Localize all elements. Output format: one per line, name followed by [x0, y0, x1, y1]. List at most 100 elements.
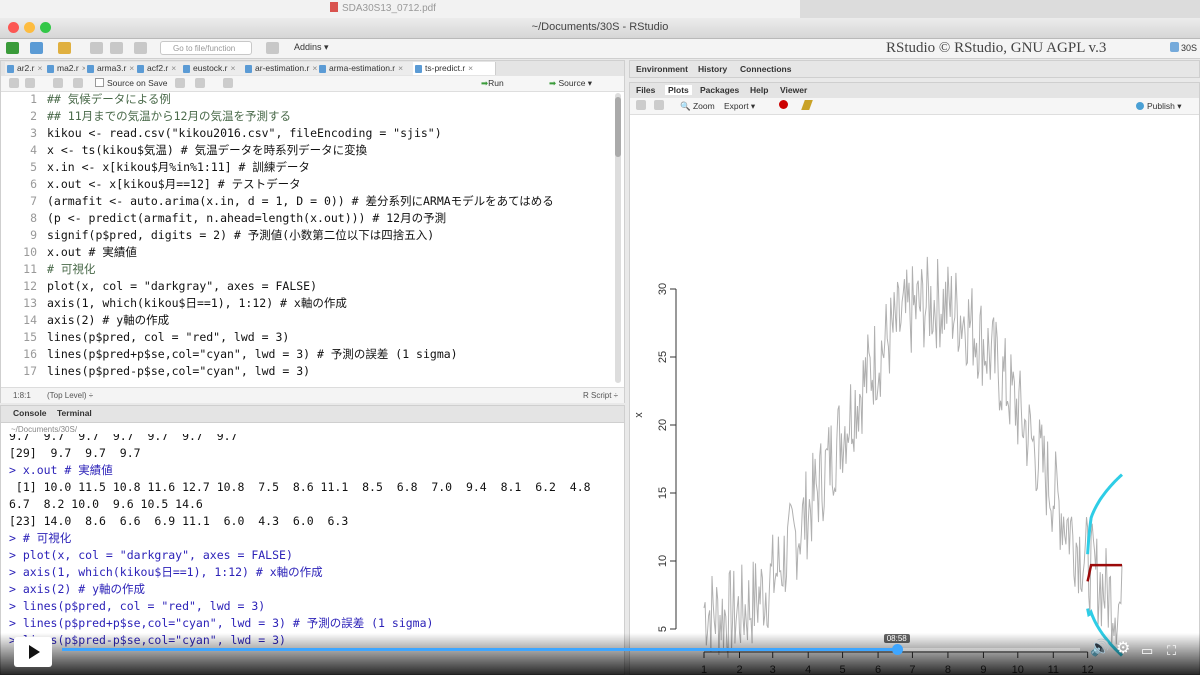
search-icon[interactable] — [175, 78, 185, 88]
editor-tab[interactable]: eustock.r × — [181, 62, 244, 75]
forward-arrow-icon[interactable] — [25, 78, 35, 88]
close-tab-icon[interactable]: × — [468, 63, 473, 73]
export-menu[interactable]: Export ▾ — [724, 101, 755, 112]
code-editor[interactable]: 1 ## 気候データによる例 2 ## 11月までの気温から12月の気温を予測する 3 k… — [1, 91, 619, 387]
video-progress-track[interactable]: 08:58 — [62, 634, 1080, 655]
code-line[interactable]: 5 x.in <- x[kikou$月%in%1:11] # 訓練データ — [1, 159, 617, 176]
editor-tab[interactable]: ts-predict.r × — [413, 62, 496, 75]
broom-icon[interactable] — [801, 100, 813, 110]
source-on-save-checkbox[interactable]: Source on Save — [95, 78, 167, 88]
tab-terminal[interactable]: Terminal — [57, 408, 92, 418]
code-line[interactable]: 7 (armafit <- auto.arima(x.in, d = 1, D =… — [1, 193, 617, 210]
code-line[interactable]: 9 signif(p$pred, digits = 2) # 予測値(小数第二位以… — [1, 227, 617, 244]
tab-console[interactable]: Console — [13, 408, 47, 418]
pdf-window-tab[interactable]: SDA30S13_0712.pdf — [330, 2, 436, 14]
tab-history[interactable]: History — [698, 64, 727, 74]
new-file-icon[interactable] — [6, 42, 19, 54]
code-line[interactable]: 17 lines(p$pred-p$se,col="cyan", lwd = 3) — [1, 363, 617, 380]
remove-plot-icon[interactable] — [779, 100, 788, 109]
code-tools-icon[interactable] — [195, 78, 205, 88]
tab-connections[interactable]: Connections — [740, 64, 791, 74]
new-project-icon[interactable] — [30, 42, 43, 54]
line-number: 13 — [23, 296, 37, 310]
settings-gear-icon[interactable]: ⚙ — [1116, 641, 1130, 657]
close-tab-icon[interactable]: × — [37, 63, 42, 73]
scope-selector[interactable]: (Top Level) ÷ — [47, 391, 93, 400]
editor-tab[interactable]: arma-estimation.r × — [317, 62, 414, 75]
close-tab-icon[interactable]: × — [171, 63, 176, 73]
show-in-window-icon[interactable] — [53, 78, 63, 88]
code-line[interactable]: 12 plot(x, col = "darkgray", axes = FALSE… — [1, 278, 617, 295]
code-line[interactable]: 8 (p <- predict(armafit, n.ahead=length(x… — [1, 210, 617, 227]
next-plot-icon[interactable] — [654, 100, 664, 110]
editor-toolbar: Source on Save ➡Run ➡ Source ▾ — [1, 76, 624, 92]
line-number: 1 — [30, 92, 37, 106]
editor-scrollbar[interactable] — [615, 93, 621, 383]
code-line[interactable]: 6 x.out <- x[kikou$月==12] # テストデータ — [1, 176, 617, 193]
code-line[interactable]: 15 lines(p$pred, col = "red", lwd = 3) — [1, 329, 617, 346]
filetype-selector[interactable]: R Script ÷ — [583, 391, 618, 400]
back-arrow-icon[interactable] — [9, 78, 19, 88]
close-tab-icon[interactable]: × — [398, 63, 403, 73]
prev-plot-icon[interactable] — [636, 100, 646, 110]
save-file-icon[interactable] — [73, 78, 83, 88]
code-line[interactable]: 10 x.out # 実績値 — [1, 244, 617, 261]
cursor-position: 1:8:1 — [13, 391, 31, 400]
source-button[interactable]: ➡ Source ▾ — [549, 78, 592, 89]
tab-packages[interactable]: Packages — [700, 85, 739, 95]
tab-files[interactable]: Files — [636, 85, 655, 95]
code-line[interactable]: 13 axis(1, which(kikou$日==1), 1:12) # x軸の… — [1, 295, 617, 312]
play-button[interactable] — [14, 637, 52, 667]
zoom-button[interactable]: 🔍 Zoom — [680, 101, 715, 112]
scrollbar-thumb[interactable] — [615, 97, 621, 157]
publish-button[interactable]: Publish ▾ — [1136, 101, 1182, 112]
project-label: 30S — [1181, 43, 1198, 53]
addins-menu[interactable]: Addins ▾ — [294, 42, 329, 53]
tab-plots[interactable]: Plots — [665, 85, 692, 95]
line-number: 7 — [30, 194, 37, 208]
close-tab-icon[interactable]: × — [231, 63, 236, 73]
editor-tab[interactable]: ma2.r× — [45, 62, 87, 75]
y-tick-label: 15 — [657, 487, 669, 499]
tab-help[interactable]: Help — [750, 85, 768, 95]
code-text: lines(p$pred, col = "red", lwd = 3) — [47, 330, 290, 344]
editor-tab[interactable]: ar-estimation.r × — [243, 62, 318, 75]
line-number: 4 — [30, 143, 37, 157]
volume-icon[interactable]: 🔊 — [1090, 641, 1110, 657]
print-icon[interactable] — [134, 42, 147, 54]
compile-report-icon[interactable] — [223, 78, 233, 88]
code-text: ## 気候データによる例 — [47, 92, 171, 106]
save-all-icon[interactable] — [110, 42, 123, 54]
fullscreen-icon[interactable]: ⛶ — [1167, 643, 1176, 659]
picture-in-picture-icon[interactable]: ▭ — [1141, 643, 1153, 659]
rstudio-credit-text: RStudio © RStudio, GNU AGPL v.3 — [886, 40, 1107, 56]
editor-tab[interactable]: acf2.r × — [135, 62, 182, 75]
code-line[interactable]: 1 ## 気候データによる例 — [1, 91, 617, 108]
editor-tab-label: arma3.r — [97, 63, 127, 73]
open-file-icon[interactable] — [58, 42, 71, 54]
editor-tab[interactable]: arma3.r × — [85, 62, 136, 75]
code-line[interactable]: 2 ## 11月までの気温から12月の気温を予測する — [1, 108, 617, 125]
video-progress-knob[interactable] — [891, 644, 903, 655]
project-menu[interactable]: 30S — [1170, 42, 1197, 53]
code-line[interactable]: 16 lines(p$pred+p$se,col="cyan", lwd = 3)… — [1, 346, 617, 363]
tab-viewer[interactable]: Viewer — [780, 85, 807, 95]
grid-layout-icon[interactable] — [266, 42, 279, 54]
run-button[interactable]: ➡Run — [481, 78, 504, 89]
r-file-icon — [87, 65, 94, 73]
code-line[interactable]: 3 kikou <- read.csv("kikou2016.csv", file… — [1, 125, 617, 142]
tab-environment[interactable]: Environment — [636, 64, 688, 74]
editor-tab-label: acf2.r — [147, 63, 169, 73]
line-number: 2 — [30, 109, 37, 123]
code-line[interactable]: 11 # 可視化 — [1, 261, 617, 278]
code-line[interactable]: 14 axis(2) # y軸の作成 — [1, 312, 617, 329]
y-tick-label: 10 — [657, 555, 669, 567]
editor-tab[interactable]: ar2.r × — [5, 62, 46, 75]
code-line[interactable]: 4 x <- ts(kikou$気温) # 気温データを時系列データに変換 — [1, 142, 617, 159]
save-icon[interactable] — [90, 42, 103, 54]
close-tab-icon[interactable]: × — [129, 63, 134, 73]
line-number: 11 — [23, 262, 37, 276]
line-number: 10 — [23, 245, 37, 259]
editor-tab-label: eustock.r — [193, 63, 228, 73]
goto-file-input[interactable]: Go to file/function — [160, 41, 252, 55]
